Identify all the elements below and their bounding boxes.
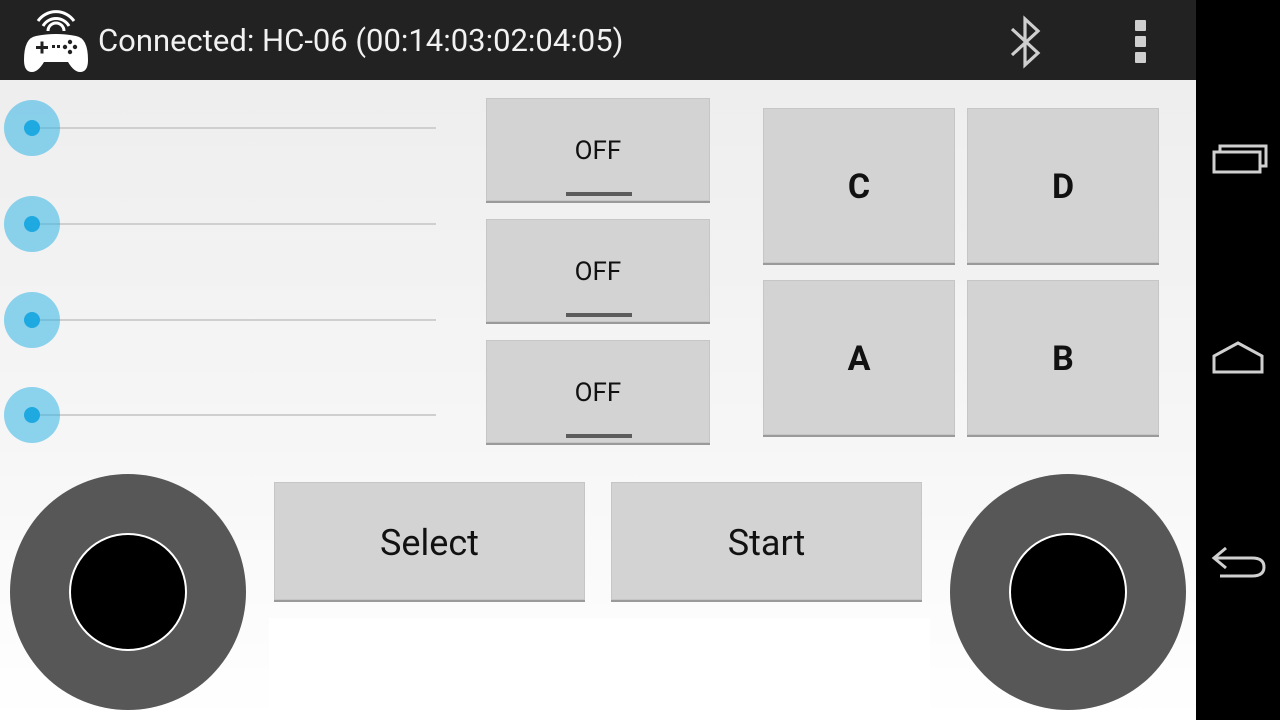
left-joystick[interactable] <box>10 474 246 710</box>
slider-4[interactable] <box>0 385 440 445</box>
slider-track <box>32 127 436 129</box>
toggle-label: OFF <box>574 257 622 287</box>
select-button-label: Select <box>380 522 479 564</box>
slider-thumb-core <box>24 216 40 232</box>
toggle-button-3[interactable]: OFF <box>486 340 710 443</box>
overflow-dot <box>1135 36 1146 47</box>
overflow-menu-icon[interactable] <box>1120 16 1160 66</box>
start-button[interactable]: Start <box>611 482 922 600</box>
select-button[interactable]: Select <box>274 482 585 600</box>
d-button[interactable]: D <box>967 108 1159 263</box>
back-icon[interactable] <box>1206 528 1270 588</box>
b-button[interactable]: B <box>967 280 1159 435</box>
a-button-label: A <box>847 339 871 379</box>
recents-icon[interactable] <box>1206 130 1270 190</box>
slider-thumb-core <box>24 120 40 136</box>
left-joystick-knob[interactable] <box>69 533 187 651</box>
slider-2[interactable] <box>0 194 440 254</box>
home-icon[interactable] <box>1206 330 1270 390</box>
toggle-indicator <box>566 192 632 196</box>
navigation-bar <box>1196 0 1280 720</box>
slider-1[interactable] <box>0 98 440 158</box>
right-joystick[interactable] <box>950 474 1186 710</box>
b-button-label: B <box>1052 339 1074 379</box>
bottom-panel <box>269 618 930 720</box>
slider-thumb-core <box>24 312 40 328</box>
slider-track <box>32 414 436 416</box>
c-button-label: C <box>847 167 871 207</box>
a-button[interactable]: A <box>763 280 955 435</box>
slider-3[interactable] <box>0 290 440 350</box>
toggle-label: OFF <box>574 378 622 408</box>
toggle-indicator <box>566 434 632 438</box>
right-joystick-knob[interactable] <box>1009 533 1127 651</box>
slider-track <box>32 319 436 321</box>
start-button-label: Start <box>727 522 806 564</box>
slider-track <box>32 223 436 225</box>
overflow-dot <box>1135 20 1146 31</box>
c-button[interactable]: C <box>763 108 955 263</box>
bluetooth-icon[interactable] <box>1004 12 1046 72</box>
app-screen: Connected: HC-06 (00:14:03:02:04:05) OFF <box>0 0 1196 720</box>
connection-status-title: Connected: HC-06 (00:14:03:02:04:05) <box>98 22 624 59</box>
toggle-button-1[interactable]: OFF <box>486 98 710 201</box>
gamepad-wifi-icon <box>24 10 88 72</box>
d-button-label: D <box>1051 167 1075 207</box>
overflow-dot <box>1135 52 1146 63</box>
action-bar: Connected: HC-06 (00:14:03:02:04:05) <box>0 0 1196 80</box>
toggle-button-2[interactable]: OFF <box>486 219 710 322</box>
toggle-indicator <box>566 313 632 317</box>
slider-thumb-core <box>24 407 40 423</box>
toggle-label: OFF <box>574 136 622 166</box>
